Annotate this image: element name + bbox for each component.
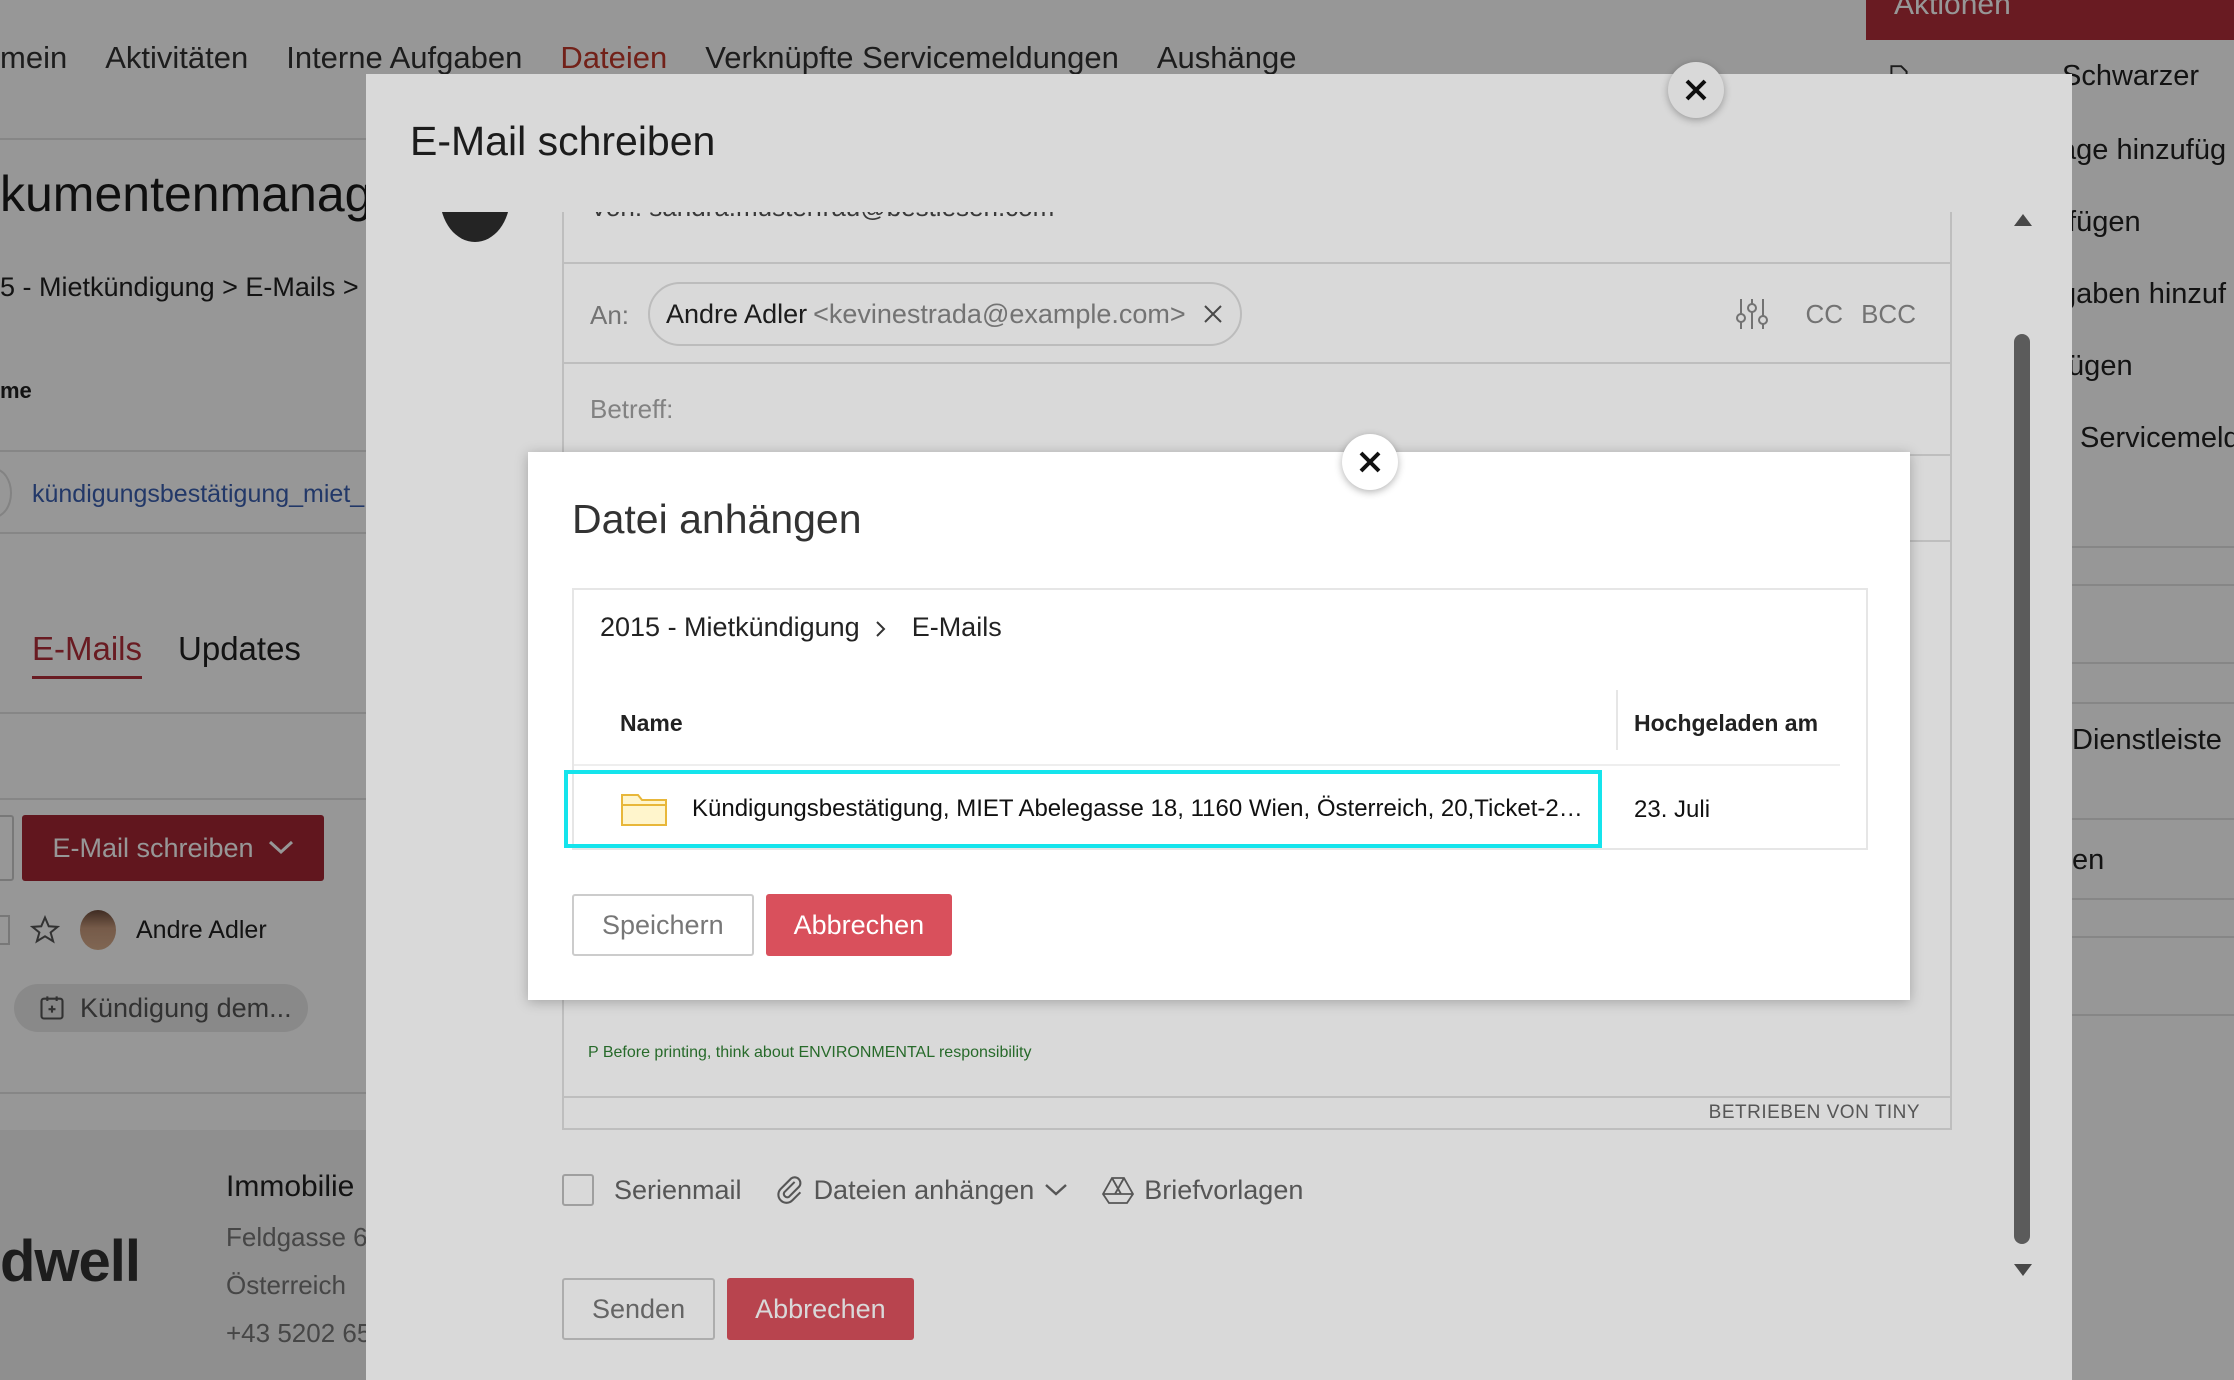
folder-icon xyxy=(621,794,667,826)
column-header-uploaded[interactable]: Hochgeladen am xyxy=(1634,710,1818,737)
chevron-right-icon xyxy=(875,621,886,637)
file-browser: 2015 - Mietkündigung E-Mails Name Hochge… xyxy=(564,588,1868,850)
breadcrumb: 2015 - Mietkündigung E-Mails xyxy=(600,612,1002,643)
column-separator xyxy=(1616,690,1618,750)
file-upload-date: 23. Juli xyxy=(1634,796,1711,823)
table-row[interactable]: Kündigungsbestätigung, MIET Abelegasse 1… xyxy=(564,770,1602,848)
column-header-name[interactable]: Name xyxy=(620,710,683,737)
close-icon xyxy=(1359,451,1381,473)
attach-actions: Speichern Abbrechen xyxy=(572,894,953,956)
table-header: Name Hochgeladen am xyxy=(574,676,1840,766)
save-button[interactable]: Speichern xyxy=(572,894,754,956)
dialog-title: Datei anhängen xyxy=(572,496,862,542)
attach-file-dialog: Datei anhängen 2015 - Mietkündigung E-Ma… xyxy=(528,452,1910,1000)
breadcrumb-item[interactable]: E-Mails xyxy=(912,612,1002,643)
cancel-button[interactable]: Abbrechen xyxy=(765,894,953,956)
file-name: Kündigungsbestätigung, MIET Abelegasse 1… xyxy=(692,795,1592,822)
breadcrumb-item[interactable]: 2015 - Mietkündigung xyxy=(600,612,860,643)
attach-dialog-close-button[interactable] xyxy=(1342,434,1398,490)
